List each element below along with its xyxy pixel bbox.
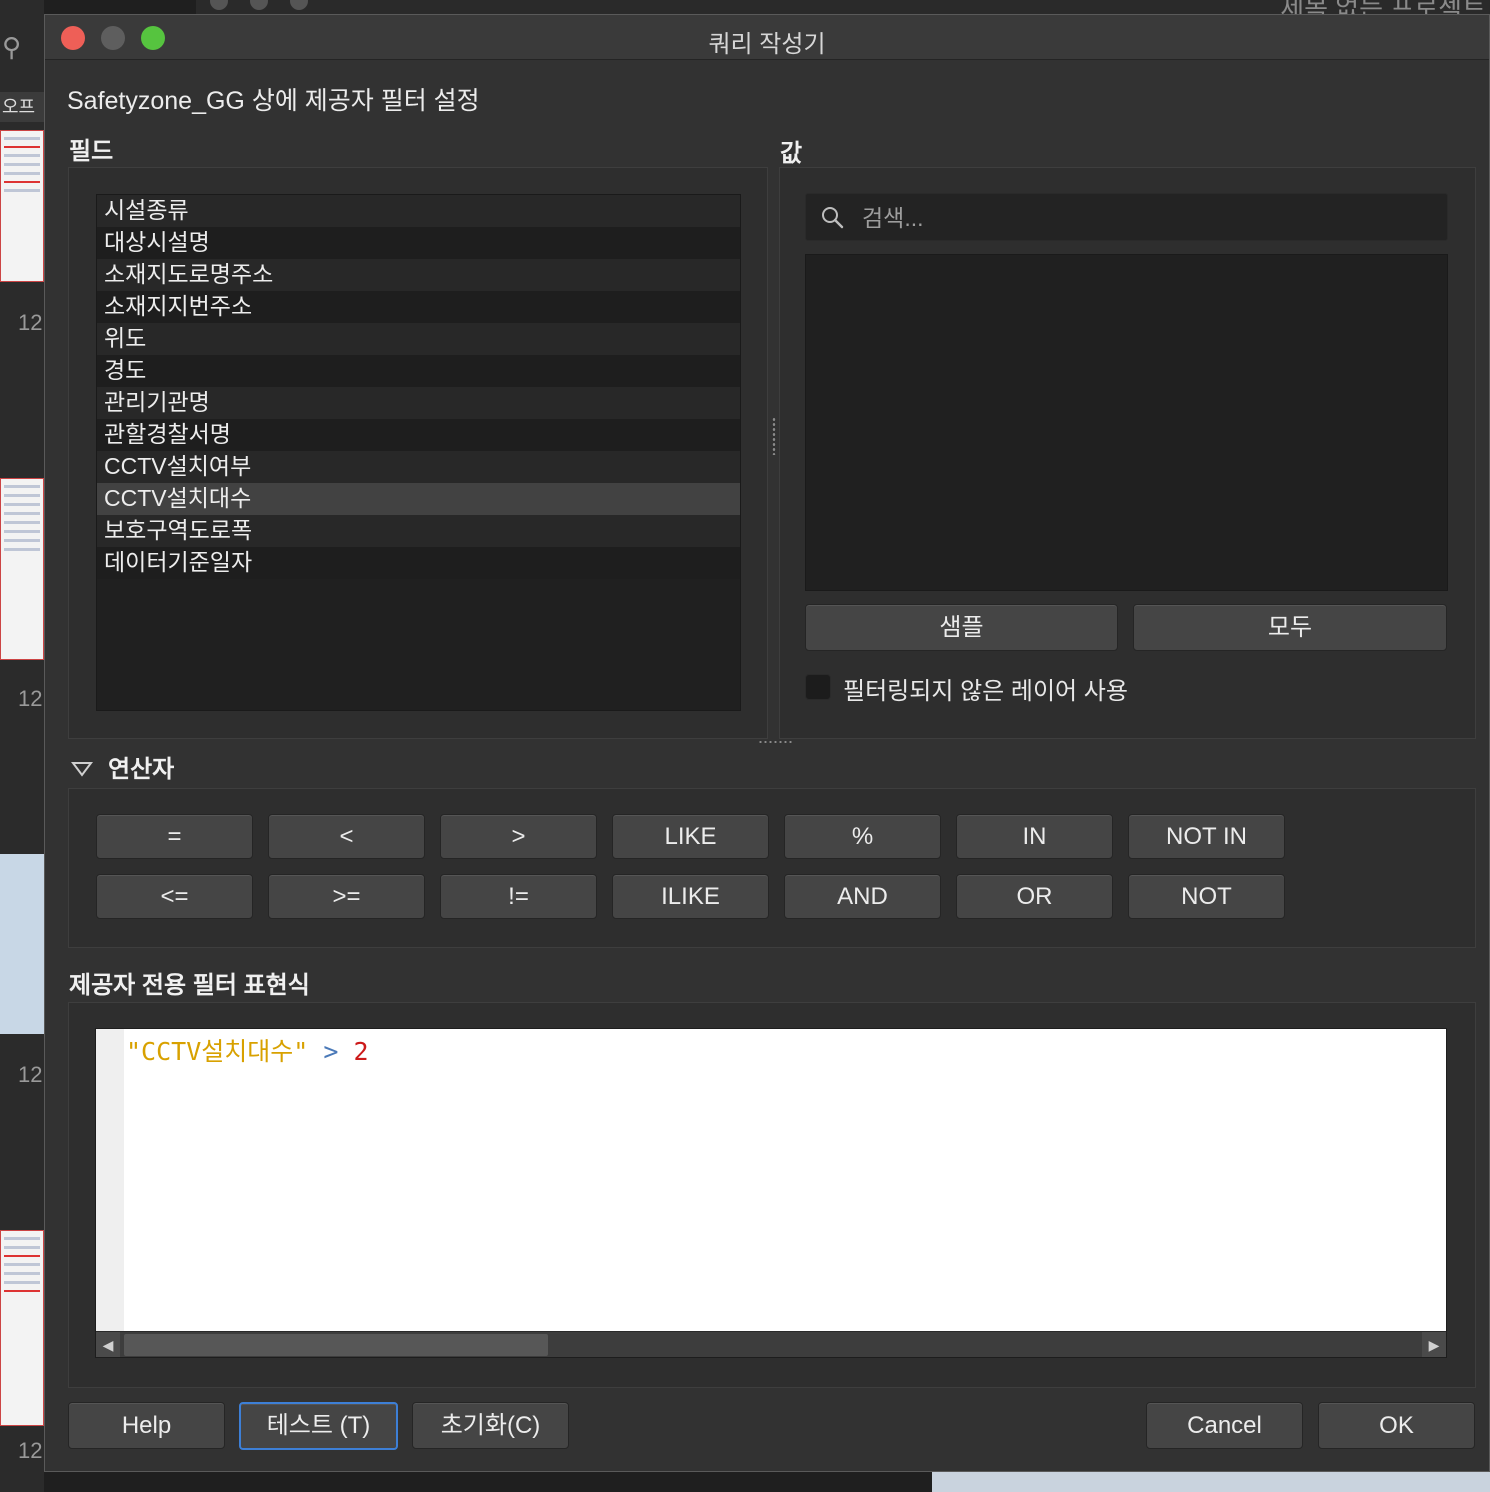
- horizontal-scrollbar[interactable]: ◀ ▶: [96, 1331, 1446, 1357]
- field-list-item[interactable]: 시설종류: [97, 195, 740, 227]
- operator-button[interactable]: IN: [956, 814, 1113, 859]
- field-list-item[interactable]: CCTV설치대수: [97, 483, 740, 515]
- operator-button[interactable]: %: [784, 814, 941, 859]
- ok-button[interactable]: OK: [1318, 1402, 1475, 1449]
- expression-label: 제공자 전용 필터 표현식: [69, 972, 310, 999]
- operators-label: 연산자: [108, 756, 175, 783]
- field-list-item[interactable]: CCTV설치여부: [97, 451, 740, 483]
- field-list-item[interactable]: 관할경찰서명: [97, 419, 740, 451]
- fields-label: 필드: [69, 138, 114, 165]
- background-map: [932, 1472, 1490, 1492]
- field-list-item[interactable]: 대상시설명: [97, 227, 740, 259]
- use-unfiltered-layer-label: 필터링되지 않은 레이어 사용: [843, 678, 1128, 705]
- window-title: 쿼리 작성기: [708, 31, 826, 58]
- field-list-item[interactable]: 경도: [97, 355, 740, 387]
- cancel-button[interactable]: Cancel: [1146, 1402, 1303, 1449]
- title-bar[interactable]: 쿼리 작성기: [45, 15, 1489, 60]
- expression-code-line[interactable]: "CCTV설치대수" > 2: [126, 1032, 369, 1068]
- slide-thumbnail[interactable]: [0, 478, 44, 660]
- value-search-box[interactable]: [805, 193, 1448, 241]
- panel-splitter-handle[interactable]: [772, 417, 776, 455]
- background-toolbar-dot: [210, 0, 228, 10]
- slide-number: 12: [18, 310, 43, 335]
- vertical-splitter-handle[interactable]: [758, 740, 794, 744]
- operator-button[interactable]: NOT: [1128, 874, 1285, 919]
- operator-button[interactable]: NOT IN: [1128, 814, 1285, 859]
- operator-button[interactable]: ILIKE: [612, 874, 769, 919]
- operator-button[interactable]: >: [440, 814, 597, 859]
- field-list[interactable]: 시설종류 대상시설명 소재지도로명주소 소재지지번주소 위도 경도 관리기관명 관할경찰서명 C…: [96, 194, 741, 711]
- reset-button[interactable]: 초기화(C): [412, 1402, 569, 1449]
- operator-button[interactable]: LIKE: [612, 814, 769, 859]
- test-button[interactable]: 테스트 (T): [239, 1402, 398, 1450]
- field-list-item[interactable]: 데이터기준일자: [97, 547, 740, 579]
- search-icon[interactable]: ⚲: [2, 32, 21, 63]
- operator-button[interactable]: =: [96, 814, 253, 859]
- scroll-right-arrow-icon[interactable]: ▶: [1422, 1332, 1446, 1357]
- query-builder-dialog: 쿼리 작성기 Safetyzone_GG 상에 제공자 필터 설정 필드 값 시…: [44, 14, 1490, 1472]
- field-list-item[interactable]: 소재지도로명주소: [97, 259, 740, 291]
- expression-field-token: "CCTV설치대수": [126, 1037, 309, 1066]
- operator-button[interactable]: !=: [440, 874, 597, 919]
- slide-thumbnail[interactable]: [0, 130, 44, 282]
- sample-button[interactable]: 샘플: [805, 604, 1118, 651]
- operator-button[interactable]: OR: [956, 874, 1113, 919]
- fields-panel: 시설종류 대상시설명 소재지도로명주소 소재지지번주소 위도 경도 관리기관명 관할경찰서명 C…: [68, 167, 768, 739]
- operators-panel: [68, 788, 1476, 948]
- field-list-item[interactable]: 위도: [97, 323, 740, 355]
- scroll-left-arrow-icon[interactable]: ◀: [96, 1332, 120, 1357]
- slide-thumbnail[interactable]: [0, 1230, 44, 1426]
- expression-value-token: 2: [353, 1037, 369, 1066]
- scrollbar-thumb[interactable]: [124, 1334, 548, 1356]
- collapse-triangle-icon[interactable]: [71, 761, 93, 777]
- values-label: 값: [780, 140, 803, 167]
- slide-thumbnail[interactable]: [0, 854, 44, 1034]
- editor-gutter: [96, 1029, 124, 1331]
- field-list-item[interactable]: 관리기관명: [97, 387, 740, 419]
- background-sidebar-tab[interactable]: 오프: [0, 92, 44, 122]
- help-button[interactable]: Help: [68, 1402, 225, 1449]
- slide-number: 12: [18, 686, 43, 711]
- expression-operator-token: >: [323, 1037, 339, 1066]
- background-toolbar-dot: [250, 0, 268, 10]
- all-values-button[interactable]: 모두: [1133, 604, 1447, 651]
- operator-button[interactable]: AND: [784, 874, 941, 919]
- slide-number: 12: [18, 1062, 43, 1087]
- field-list-item[interactable]: 보호구역도로폭: [97, 515, 740, 547]
- operator-button[interactable]: <: [268, 814, 425, 859]
- operator-button[interactable]: <=: [96, 874, 253, 919]
- slide-number: 12: [18, 1438, 43, 1463]
- field-list-item[interactable]: 소재지지번주소: [97, 291, 740, 323]
- search-icon: [822, 207, 844, 229]
- value-search-input[interactable]: [860, 200, 1424, 236]
- use-unfiltered-layer-checkbox[interactable]: [805, 674, 831, 700]
- value-list[interactable]: [805, 254, 1448, 591]
- filter-expression-editor[interactable]: "CCTV설치대수" > 2 ◀ ▶: [95, 1028, 1447, 1358]
- operator-button[interactable]: >=: [268, 874, 425, 919]
- background-toolbar-dot: [290, 0, 308, 10]
- background-slide-sidebar: ⚲ 오프 12 12 12 12: [0, 0, 44, 1492]
- dialog-heading: Safetyzone_GG 상에 제공자 필터 설정: [67, 87, 480, 115]
